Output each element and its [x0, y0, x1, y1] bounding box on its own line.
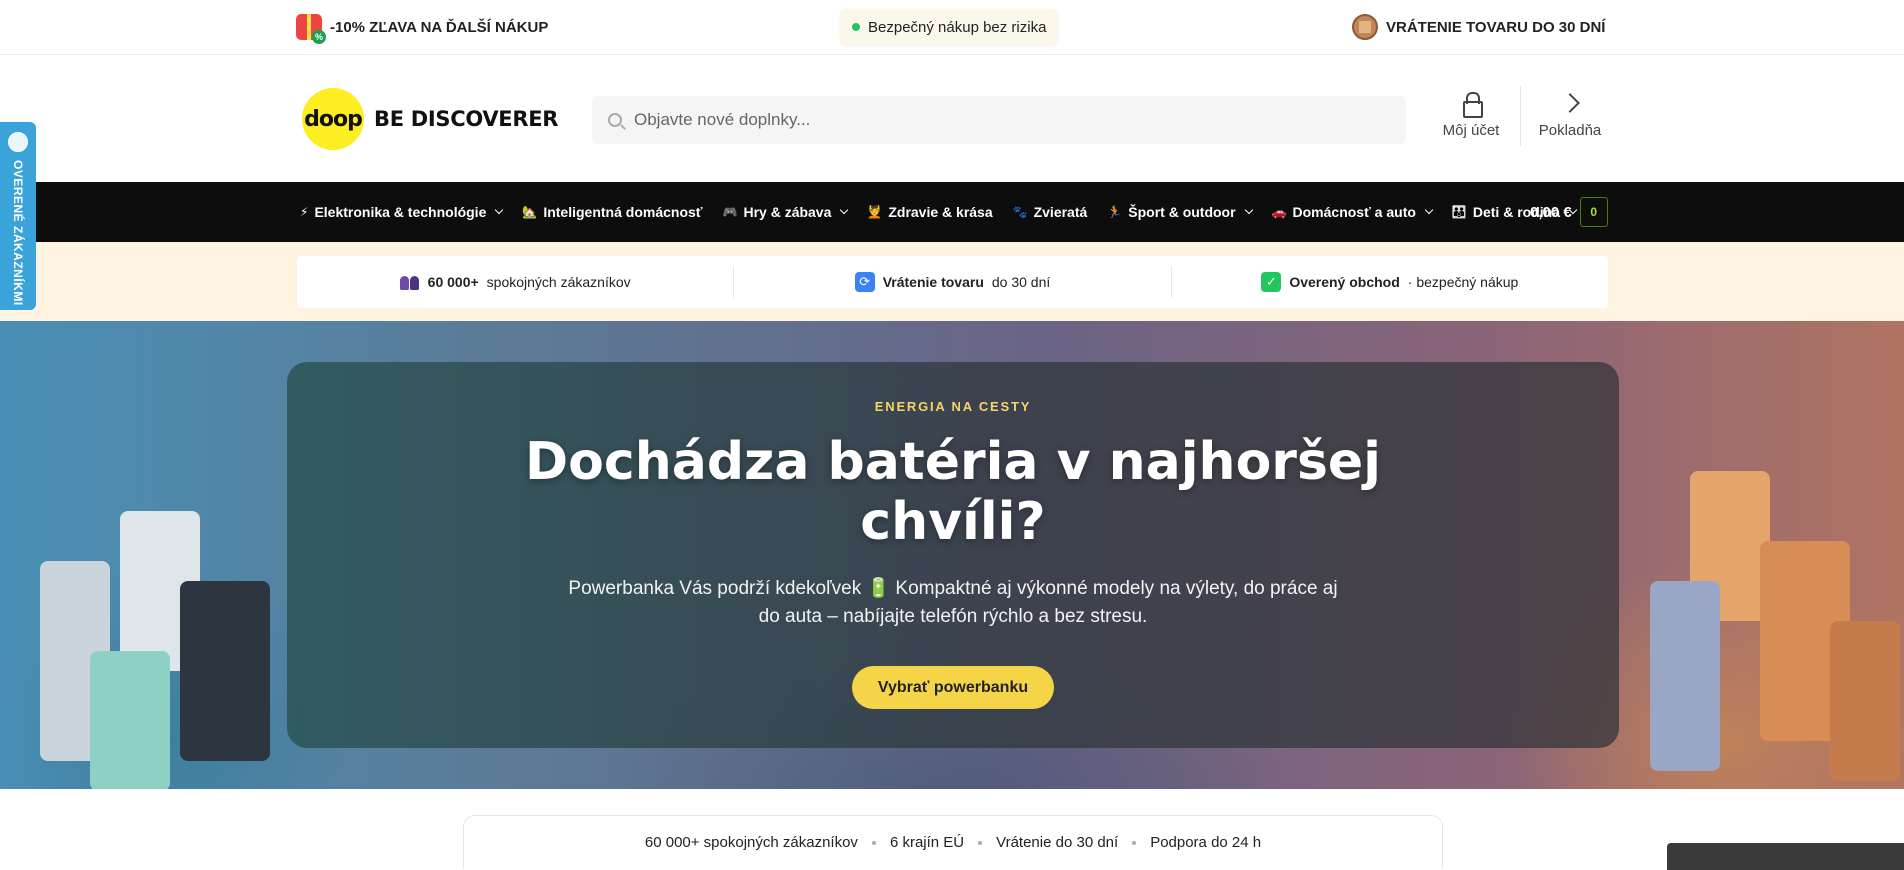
nav-item-label: Šport & outdoor	[1128, 204, 1236, 220]
cart-count-badge: 0	[1579, 197, 1608, 227]
search-icon[interactable]	[608, 113, 622, 127]
category-icon: 🎮	[722, 205, 738, 219]
chevron-right-icon	[1559, 92, 1581, 114]
hero-eyebrow: ENERGIA NA CESTY	[874, 399, 1032, 414]
nav-item[interactable]: ⚡ Elektronika & technológie	[300, 204, 504, 220]
promo-discount[interactable]: -10% ZĽAVA NA ĎALŠÍ NÁKUP	[296, 14, 549, 44]
nav-item-label: Elektronika & technológie	[314, 204, 487, 220]
trust-returns: ⟳ Vrátenie tovaru do 30 dní	[733, 266, 1170, 298]
powerbank-image	[1650, 581, 1720, 771]
category-icon: 🚗	[1271, 205, 1287, 219]
account-label: Môj účet	[1442, 122, 1500, 139]
powerbank-image	[1830, 621, 1900, 781]
nav-item-label: Inteligentná domácnosť	[543, 204, 703, 220]
checkout-label: Pokladňa	[1538, 122, 1602, 139]
bullet-separator	[978, 840, 983, 845]
trust-verified-bold: Overený obchod	[1289, 274, 1400, 290]
trust-customers: 60 000+ spokojných zákazníkov	[297, 266, 733, 298]
bullet-separator	[871, 840, 876, 845]
category-icon: ⚡	[300, 205, 309, 219]
hero-title: Dochádza batéria v najhoršej chvíli?	[525, 432, 1381, 552]
stats-bar: 60 000+ spokojných zákazníkov 6 krajín EÚ…	[463, 815, 1443, 869]
promo-discount-text: -10% ZĽAVA NA ĎALŠÍ NÁKUP	[330, 18, 549, 36]
nav-item-label: Domácnosť a auto	[1292, 204, 1416, 220]
returns-promo-text: VRÁTENIE TOVARU DO 30 DNÍ	[1386, 18, 1606, 36]
nav-menu: ⚡ Elektronika & technológie 🏡 Inteligentná …	[300, 182, 1578, 242]
nav-item[interactable]: 💆 Zdravie & krása	[867, 204, 992, 220]
logo-text: BE DISCOVERER	[374, 107, 559, 131]
chevron-down-icon	[840, 205, 849, 215]
nav-item[interactable]: 🏃 Šport & outdoor	[1107, 204, 1253, 220]
stats-item: 6 krajín EÚ	[889, 834, 965, 851]
returns-promo[interactable]: VRÁTENIE TOVARU DO 30 DNÍ	[1352, 14, 1605, 40]
trust-customers-bold: 60 000+	[427, 274, 479, 290]
lock-icon	[1463, 92, 1483, 118]
site-header: doop BE DISCOVERER Môj účet Pokladňa	[0, 56, 1904, 182]
trust-strip: 60 000+ spokojných zákazníkov ⟳ Vrátenie…	[297, 256, 1608, 308]
verified-reviews-label: OVERENÉ ZÁKAZNÍKMI	[11, 160, 25, 306]
choose-powerbank-button[interactable]: Vybrať powerbanku	[852, 666, 1054, 709]
chevron-down-icon	[495, 205, 504, 215]
people-icon	[399, 274, 420, 290]
nav-item-label: Zvieratá	[1033, 204, 1088, 220]
nav-item[interactable]: 🎮 Hry & zábava	[722, 204, 849, 220]
category-icon: 💆	[867, 205, 883, 219]
logo-mark: doop	[302, 88, 364, 150]
stats-item: Vrátenie do 30 dní	[996, 834, 1119, 851]
trust-verified: ✓ Overený obchod · bezpečný nákup	[1170, 266, 1608, 298]
refresh-icon: ⟳	[854, 272, 875, 292]
safe-shopping-text: Bezpečný nákup bez rizika	[868, 18, 1047, 36]
nav-item-label: Hry & zábava	[743, 204, 832, 220]
package-icon	[1352, 14, 1378, 40]
verified-badge-icon	[8, 132, 28, 152]
site-logo[interactable]: doop BE DISCOVERER	[302, 88, 558, 150]
checkout-link[interactable]: Pokladňa	[1532, 92, 1608, 139]
powerbank-image	[180, 581, 270, 761]
stats-item: Podpora do 24 h	[1150, 834, 1262, 851]
nav-item[interactable]: 🏡 Inteligentná domácnosť	[522, 204, 702, 220]
bullet-separator	[1132, 840, 1137, 845]
checkmark-icon: ✓	[1261, 272, 1282, 292]
verified-reviews-tab[interactable]: OVERENÉ ZÁKAZNÍKMI	[0, 122, 36, 310]
chevron-down-icon	[1244, 205, 1253, 215]
trust-customers-text: spokojných zákazníkov	[486, 274, 631, 290]
trust-returns-text: do 30 dní	[991, 274, 1051, 290]
cart-total: 0,00 €	[1530, 203, 1572, 221]
gift-icon	[296, 14, 326, 44]
top-promo-bar: -10% ZĽAVA NA ĎALŠÍ NÁKUP Bezpečný nákup…	[0, 0, 1904, 55]
search-input[interactable]	[634, 110, 1374, 130]
safe-shopping-badge: Bezpečný nákup bez rizika	[840, 9, 1059, 45]
cart-button[interactable]: 0,00 € 0	[1530, 197, 1608, 227]
stats-item: 60 000+ spokojných zákazníkov	[644, 834, 858, 851]
category-icon: 👪	[1451, 205, 1467, 219]
hero-card: ENERGIA NA CESTY Dochádza batéria v najh…	[287, 362, 1619, 748]
nav-item-label: Zdravie & krása	[888, 204, 993, 220]
header-divider	[1520, 86, 1521, 146]
hero-subtitle: Powerbanka Vás podrží kdekoľvek 🔋 Kompak…	[568, 578, 1338, 627]
trust-verified-text: · bezpečný nákup	[1407, 274, 1519, 290]
chevron-down-icon	[1424, 205, 1434, 215]
nav-item[interactable]: 🚗 Domácnosť a auto	[1271, 204, 1434, 220]
main-navigation: ⚡ Elektronika & technológie 🏡 Inteligentná …	[0, 182, 1904, 242]
status-dot-icon	[852, 23, 860, 31]
category-icon: 🏡	[522, 205, 538, 219]
powerbank-image	[90, 651, 170, 789]
category-icon: 🏃	[1107, 205, 1123, 219]
category-icon: 🐾	[1012, 205, 1028, 219]
search-bar	[592, 96, 1406, 144]
trust-returns-bold: Vrátenie tovaru	[882, 274, 984, 290]
nav-item[interactable]: 🐾 Zvieratá	[1013, 204, 1088, 220]
account-link[interactable]: Môj účet	[1438, 92, 1504, 139]
chat-widget-edge[interactable]	[1667, 843, 1904, 870]
